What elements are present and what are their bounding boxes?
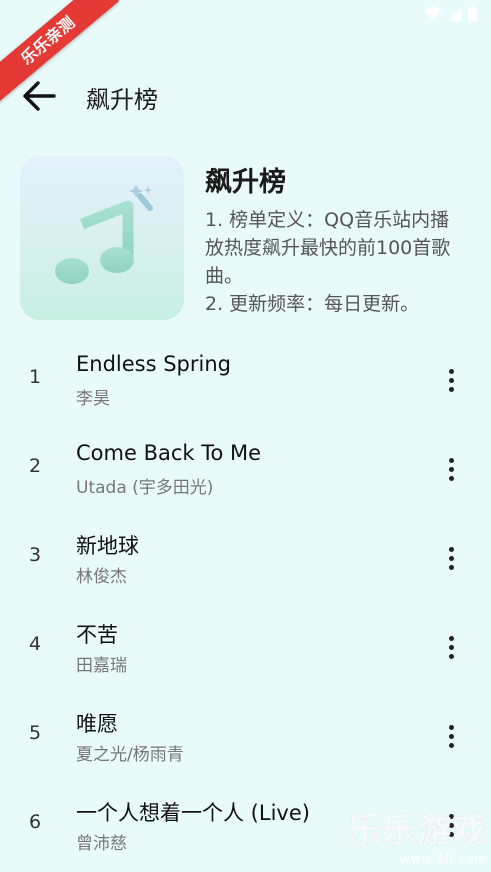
more-vert-icon-dot — [448, 475, 454, 481]
song-title: 新地球 — [76, 534, 139, 558]
more-vert-icon — [448, 368, 454, 374]
song-row[interactable]: 3 新地球林俊杰 — [0, 514, 491, 603]
song-artist: 夏之光/杨雨青 — [76, 745, 184, 765]
song-rank: 5 — [28, 722, 42, 744]
playlist-description[interactable]: 1. 榜单定义：QQ音乐站内播放热度飙升最快的前100首歌曲。 2. 更新频率：… — [205, 206, 467, 318]
wifi-icon — [424, 6, 442, 20]
signal-icon — [448, 6, 462, 21]
more-options-button[interactable] — [439, 451, 463, 487]
more-options-button[interactable] — [439, 718, 463, 754]
song-list: 1 Endless Spring 李昊 2 Come Back To Me Utada (… — [0, 336, 491, 870]
more-vert-icon — [448, 724, 454, 730]
watermark-url: www.6ll.com — [400, 852, 487, 866]
song-rank: 2 — [28, 455, 42, 477]
more-options-button[interactable] — [439, 540, 463, 576]
status-icons — [424, 6, 477, 21]
more-vert-icon-dot — [448, 386, 454, 392]
playlist-header: 飙升榜 1. 榜单定义：QQ音乐站内播放热度飙升最快的前100首歌曲。 2. 更… — [0, 156, 491, 322]
back-button[interactable] — [20, 78, 60, 114]
song-title: Endless Spring — [76, 352, 231, 376]
more-vert-icon-dot — [448, 377, 454, 383]
song-title: 一个人想着一个人 (Live) — [76, 801, 310, 825]
more-vert-icon-dot — [448, 733, 454, 739]
more-vert-icon-dot — [448, 742, 454, 748]
more-options-button[interactable] — [439, 629, 463, 665]
song-row[interactable]: 5 唯愿夏之光/杨雨青 — [0, 692, 491, 781]
song-artist: 曾沛慈 — [76, 834, 127, 854]
song-title: 唯愿 — [76, 712, 118, 736]
more-vert-icon-dot — [448, 555, 454, 561]
playlist-cover — [20, 156, 184, 320]
song-title: Come Back To Me — [76, 441, 262, 465]
more-vert-icon-dot — [448, 564, 454, 570]
more-options-button[interactable] — [439, 362, 463, 398]
more-vert-icon-dot — [448, 466, 454, 472]
song-rank: 3 — [28, 544, 42, 566]
song-rank: 1 — [28, 366, 42, 388]
more-vert-icon — [448, 457, 454, 463]
page-title: 飙升榜 — [86, 86, 158, 114]
watermark-text: 乐乐游戏 — [347, 811, 487, 851]
song-row[interactable]: 4 不苦田嘉瑞 — [0, 603, 491, 692]
song-artist: Utada (宇多田光) — [76, 478, 214, 498]
more-vert-icon-dot — [448, 653, 454, 659]
more-vert-icon — [448, 635, 454, 641]
arrow-left-icon — [23, 81, 56, 111]
battery-icon — [468, 6, 477, 21]
song-rank: 4 — [28, 633, 42, 655]
song-artist: 李昊 — [76, 389, 110, 409]
more-vert-icon — [448, 546, 454, 552]
song-artist: 林俊杰 — [76, 567, 127, 587]
watermark: 乐乐游戏 www.6ll.com — [347, 803, 487, 866]
music-note-icon — [55, 184, 153, 284]
song-row[interactable]: 1 Endless Spring 李昊 — [0, 336, 491, 425]
playlist-title: 飙升榜 — [205, 167, 286, 198]
song-row[interactable]: 2 Come Back To Me Utada (宇多田光) — [0, 425, 491, 514]
song-title: 不苦 — [76, 623, 118, 647]
song-artist: 田嘉瑞 — [76, 656, 127, 676]
top-app-bar: 飙升榜 — [0, 70, 491, 122]
song-rank: 6 — [28, 811, 42, 833]
more-vert-icon-dot — [448, 644, 454, 650]
